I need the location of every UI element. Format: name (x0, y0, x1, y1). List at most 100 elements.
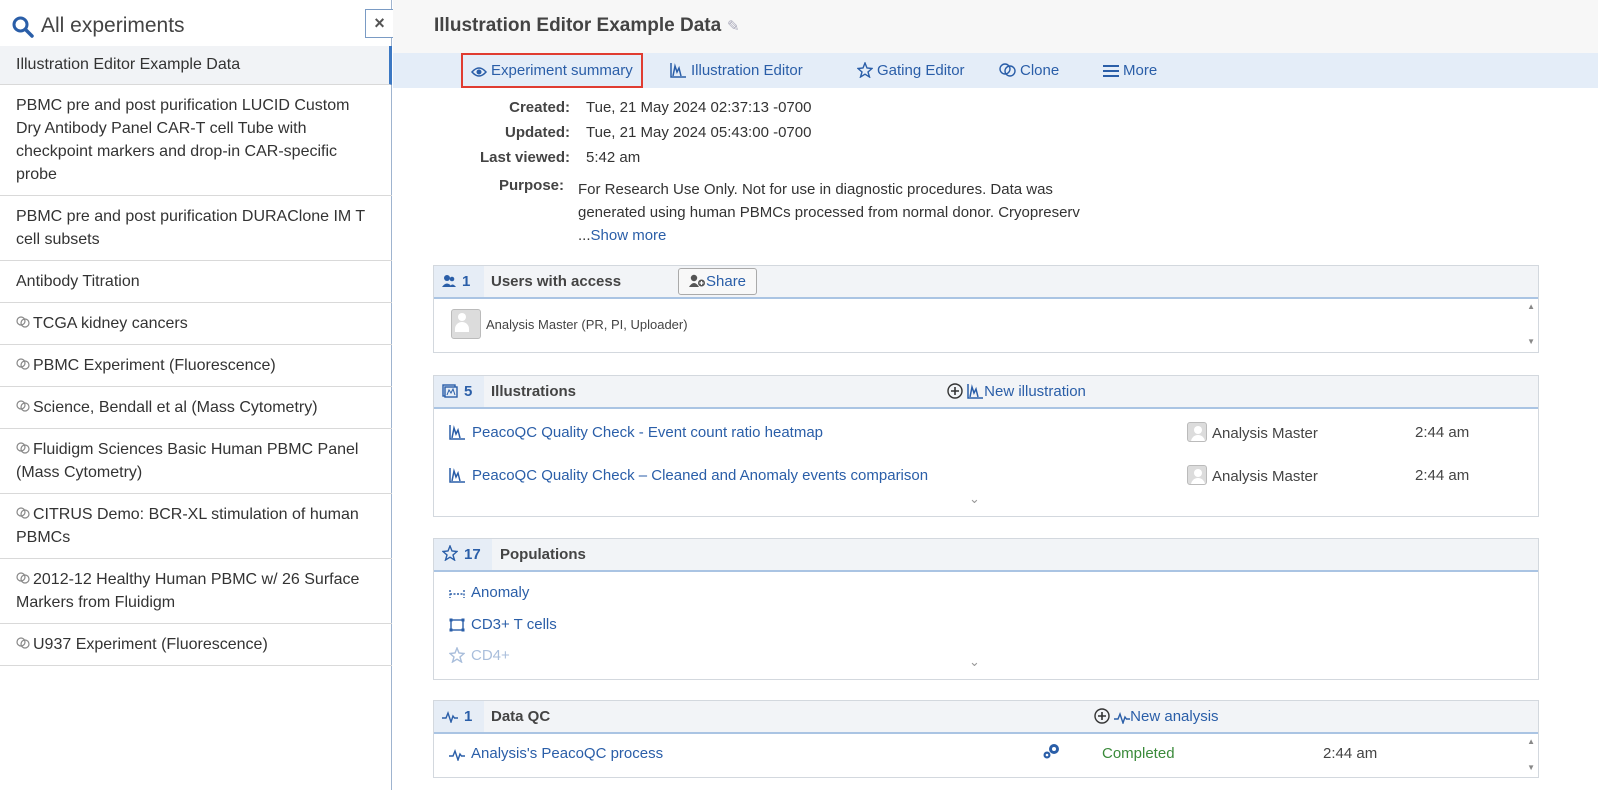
public-experiment-icon (16, 354, 33, 377)
dataqc-panel-header: 1 Data QC New analysis (434, 701, 1538, 734)
tab-label: Clone (1020, 62, 1060, 79)
experiment-name: Fluidigm Sciences Basic Human PBMC Panel… (16, 441, 359, 481)
tab-bar: Experiment summary Illustration Editor G… (393, 53, 1598, 88)
show-more-link[interactable]: Show more (591, 227, 667, 244)
experiment-name: U937 Experiment (Fluorescence) (33, 636, 268, 653)
experiment-name: TCGA kidney cancers (33, 315, 188, 332)
tab-clone[interactable]: Clone (999, 53, 1059, 88)
add-circle-icon (947, 383, 963, 400)
tab-label: Gating Editor (877, 62, 965, 79)
star-icon (441, 544, 464, 563)
last-viewed-label: Last viewed: (479, 149, 570, 166)
public-experiment-icon (16, 312, 33, 335)
tab-label: More (1123, 62, 1158, 79)
population-cd4[interactable]: CD4+ (448, 646, 510, 664)
illustration-link[interactable]: PeacoQC Quality Check – Cleaned and Anom… (449, 467, 928, 484)
tab-label: Experiment summary (491, 62, 633, 79)
user-name: Analysis Master (PR, PI, Uploader) (486, 317, 688, 332)
range-gate-icon (449, 584, 471, 601)
users-scrollbar[interactable]: ▲ ▼ (1524, 299, 1538, 351)
illustrations-panel-header: 5 Illustrations New illustration (434, 376, 1538, 409)
dataqc-row-time: 2:44 am (1323, 745, 1378, 762)
public-experiment-icon (16, 396, 33, 419)
updated-value: Tue, 21 May 2024 05:43:00 -0700 (586, 124, 812, 141)
experiment-list-item[interactable]: Fluidigm Sciences Basic Human PBMC Panel… (0, 429, 392, 494)
avatar (451, 309, 481, 339)
experiment-name: PBMC pre and post purification LUCID Cus… (16, 97, 350, 183)
public-experiment-icon (16, 568, 33, 591)
dataqc-count: 1 (434, 701, 484, 732)
created-value: Tue, 21 May 2024 02:37:13 -0700 (586, 99, 812, 116)
purpose-value: For Research Use Only. Not for use in di… (578, 178, 1098, 247)
dataqc-count-value: 1 (464, 708, 473, 725)
experiment-list: Illustration Editor Example Data PBMC pre… (0, 46, 392, 666)
experiment-sidebar: All experiments × Illustration Editor Ex… (0, 0, 393, 790)
users-panel: 1 Users with access Share Analysis Maste… (433, 265, 1539, 353)
tab-experiment-summary[interactable]: Experiment summary (461, 53, 643, 88)
experiment-name: Antibody Titration (16, 273, 140, 290)
experiment-list-item[interactable]: Illustration Editor Example Data (0, 46, 392, 85)
illustration-owner: Analysis Master (1187, 465, 1318, 485)
menu-icon (1103, 62, 1123, 79)
tab-gating-editor[interactable]: Gating Editor (856, 53, 965, 88)
populations-panel-header: 17 Populations (434, 539, 1538, 572)
experiment-list-item[interactable]: PBMC pre and post purification DURAClone… (0, 196, 392, 261)
histogram-icon (967, 383, 984, 400)
experiment-name: Science, Bendall et al (Mass Cytometry) (33, 399, 318, 416)
experiment-list-item[interactable]: CITRUS Demo: BCR-XL stimulation of human… (0, 494, 392, 559)
add-circle-icon (1094, 708, 1110, 725)
histogram-icon (449, 424, 472, 441)
population-cd3[interactable]: CD3+ T cells (449, 616, 557, 633)
clone-icon (999, 62, 1020, 79)
experiment-list-item[interactable]: TCGA kidney cancers (0, 303, 392, 345)
share-button[interactable]: Share (678, 268, 758, 295)
users-panel-header: 1 Users with access Share (434, 266, 1538, 299)
dataqc-panel-title: Data QC (491, 708, 551, 725)
experiment-name: Illustration Editor Example Data (16, 56, 241, 73)
experiment-name: PBMC Experiment (Fluorescence) (33, 357, 276, 374)
illustrations-count-value: 5 (464, 383, 473, 400)
chevron-down-icon[interactable]: ⌄ (969, 491, 980, 507)
chevron-down-icon[interactable]: ⌄ (969, 654, 980, 670)
avatar (1187, 422, 1207, 442)
close-sidebar-button[interactable]: × (365, 9, 393, 38)
histogram-icon (670, 62, 691, 79)
last-viewed-value: 5:42 am (586, 149, 641, 166)
new-illustration-button[interactable]: New illustration (947, 376, 1086, 407)
public-experiment-icon (16, 503, 33, 526)
experiment-list-item[interactable]: PBMC pre and post purification LUCID Cus… (0, 85, 392, 196)
dataqc-panel: 1 Data QC New analysis Analysis's PeacoQ… (433, 700, 1539, 778)
pulse-icon (442, 708, 464, 725)
tab-more[interactable]: More (1103, 53, 1157, 88)
experiment-list-item[interactable]: PBMC Experiment (Fluorescence) (0, 345, 392, 387)
experiment-list-item[interactable]: Antibody Titration (0, 261, 392, 303)
users-panel-title: Users with access (491, 273, 622, 290)
page-title: Illustration Editor Example Data (434, 15, 722, 36)
page-header: Illustration Editor Example Data ✎ (393, 0, 1598, 53)
purpose-label: Purpose: (498, 177, 564, 194)
experiment-list-item[interactable]: U937 Experiment (Fluorescence) (0, 624, 392, 666)
dataqc-row-link[interactable]: Analysis's PeacoQC process (449, 745, 663, 763)
sidebar-title[interactable]: All experiments (41, 14, 185, 38)
users-count: 1 (434, 266, 484, 297)
main-content: Illustration Editor Example Data ✎ Exper… (393, 0, 1598, 790)
tab-illustration-editor[interactable]: Illustration Editor (670, 53, 803, 88)
pulse-icon (1114, 708, 1131, 726)
illustration-time: 2:44 am (1415, 424, 1470, 441)
dataqc-scrollbar[interactable]: ▲ ▼ (1524, 734, 1538, 776)
gears-icon[interactable] (1041, 741, 1063, 766)
populations-panel-title: Populations (500, 546, 586, 563)
new-analysis-button[interactable]: New analysis (1094, 701, 1219, 732)
illustration-link[interactable]: PeacoQC Quality Check - Event count rati… (449, 424, 823, 441)
avatar (1187, 465, 1207, 485)
public-experiment-icon (16, 633, 33, 656)
users-icon (442, 273, 462, 290)
experiment-list-item[interactable]: Science, Bendall et al (Mass Cytometry) (0, 387, 392, 429)
population-anomaly[interactable]: Anomaly (449, 584, 529, 601)
illustrations-panel: 5 Illustrations New illustration PeacoQC… (433, 375, 1539, 517)
pulse-icon (449, 745, 471, 763)
edit-pencil-icon[interactable]: ✎ (727, 17, 740, 35)
search-icon[interactable] (12, 16, 34, 43)
illustrations-panel-title: Illustrations (491, 383, 577, 400)
experiment-list-item[interactable]: 2012-12 Healthy Human PBMC w/ 26 Surface… (0, 559, 392, 624)
